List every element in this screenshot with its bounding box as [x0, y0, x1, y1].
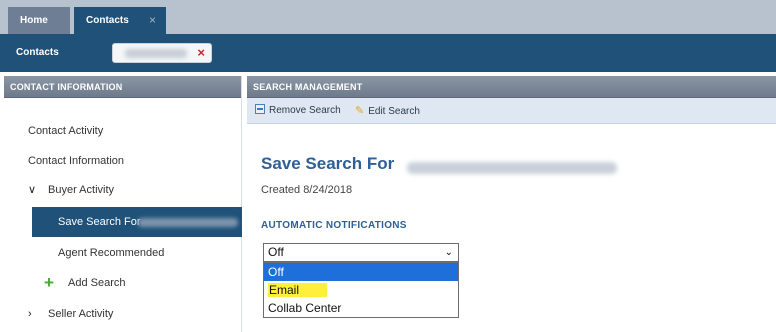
- sidebar-item-label: Agent Recommended: [58, 247, 165, 259]
- sidebar-item-contact-activity[interactable]: Contact Activity: [4, 118, 242, 144]
- remove-icon: [255, 104, 265, 114]
- sidebar-item-label: Add Search: [68, 277, 126, 289]
- notifications-select[interactable]: Off ⌄: [263, 243, 459, 262]
- sidebar-item-label: Contact Information: [28, 155, 124, 167]
- select-value: Off: [268, 245, 284, 259]
- panel-header: CONTACT INFORMATION: [4, 76, 241, 98]
- sidebar-item-label: Seller Activity: [48, 308, 114, 320]
- contact-information-panel: CONTACT INFORMATION Contact Activity Con…: [4, 76, 242, 332]
- sidebar-item-label: Contact Activity: [28, 125, 104, 137]
- option-email[interactable]: Email: [264, 281, 458, 299]
- redacted-search-name: [138, 218, 238, 227]
- tab-contacts-label: Contacts: [86, 15, 129, 26]
- notifications-dropdown: Off Email Collab Center: [263, 262, 459, 318]
- created-date: Created 8/24/2018: [261, 184, 353, 196]
- plus-icon: +: [44, 273, 54, 292]
- tab-home-label: Home: [20, 15, 48, 26]
- notifications-label: AUTOMATIC NOTIFICATIONS: [261, 220, 407, 231]
- contact-chip[interactable]: ×: [112, 43, 212, 63]
- sidebar-item-agent-recommended[interactable]: Agent Recommended: [4, 240, 242, 266]
- chevron-down-icon: ⌄: [444, 247, 453, 258]
- search-management-panel: SEARCH MANAGEMENT Remove Search ✎ Edit Se…: [247, 76, 776, 332]
- sidebar-item-label: Save Search For: [58, 216, 141, 228]
- redacted-title-name: [407, 162, 617, 174]
- tab-home[interactable]: Home: [8, 7, 70, 34]
- sidebar-item-save-search[interactable]: Save Search For: [32, 207, 242, 237]
- edit-search-label: Edit Search: [368, 106, 420, 117]
- redacted-contact-name: [125, 49, 187, 58]
- edit-search-button[interactable]: ✎ Edit Search: [355, 98, 420, 125]
- context-label: Contacts: [16, 47, 59, 58]
- contact-context-bar: Contacts ×: [0, 34, 776, 72]
- top-tab-strip: Home Contacts ×: [0, 0, 776, 34]
- option-email-label: Email: [268, 283, 328, 297]
- chip-close-icon[interactable]: ×: [197, 44, 205, 62]
- sidebar-item-seller-activity[interactable]: › Seller Activity: [4, 301, 242, 327]
- chevron-down-icon[interactable]: ∨: [28, 177, 36, 203]
- sidebar-item-add-search[interactable]: + Add Search: [4, 270, 242, 296]
- sidebar-item-contact-information[interactable]: Contact Information: [4, 148, 242, 174]
- panel-header: SEARCH MANAGEMENT: [247, 76, 776, 98]
- remove-search-button[interactable]: Remove Search: [255, 98, 341, 124]
- remove-search-label: Remove Search: [269, 105, 341, 116]
- pencil-icon: ✎: [355, 105, 365, 117]
- option-off[interactable]: Off: [264, 263, 458, 281]
- search-toolbar: Remove Search ✎ Edit Search: [247, 98, 776, 124]
- sidebar-item-label: Buyer Activity: [48, 184, 115, 196]
- tab-contacts[interactable]: Contacts ×: [74, 7, 166, 34]
- tab-close-icon[interactable]: ×: [149, 7, 156, 34]
- option-collab-center[interactable]: Collab Center: [264, 299, 458, 317]
- page-title: Save Search For: [261, 154, 395, 173]
- chevron-right-icon[interactable]: ›: [28, 301, 32, 327]
- sidebar-item-buyer-activity[interactable]: ∨ Buyer Activity: [4, 177, 242, 203]
